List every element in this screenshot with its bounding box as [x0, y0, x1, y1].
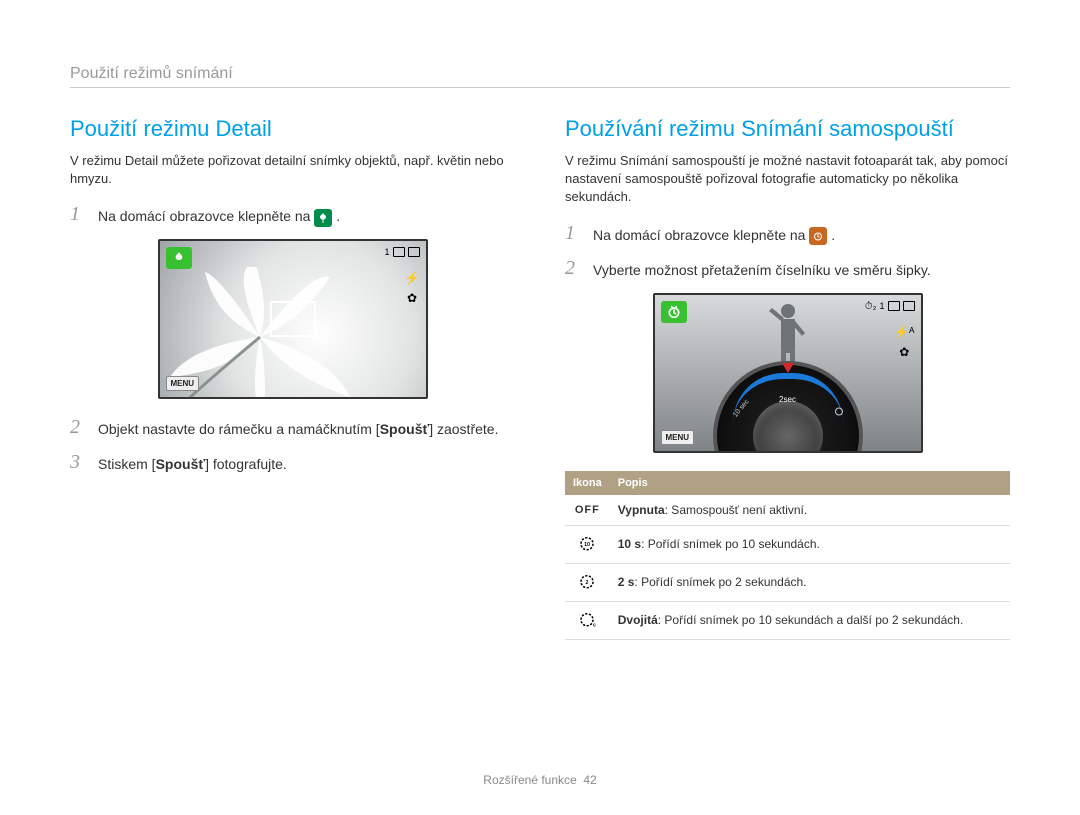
macro-focus-icon: ✿	[407, 291, 417, 305]
step-number: 3	[70, 452, 88, 475]
step-2-right: 2 Vyberte možnost přetažením číselníku v…	[565, 258, 1010, 281]
manual-page: Použití režimů snímání Použití režimu De…	[0, 0, 1080, 670]
camera-screen-macro: 1 ⚡ ✿ MENU	[158, 239, 428, 399]
step-text: Objekt nastavte do rámečku a namáčknutím…	[98, 417, 498, 440]
timer-double-icon: c	[578, 610, 596, 628]
cell-desc: 10 s: Pořídí snímek po 10 sekundách.	[610, 525, 1010, 563]
flash-icon: ⚡	[405, 271, 420, 285]
cell-desc: 2 s: Pořídí snímek po 2 sekundách.	[610, 563, 1010, 601]
flash-auto-icon: ⚡ᴬ	[894, 325, 914, 339]
left-column: Použití režimu Detail V režimu Detail mů…	[70, 116, 515, 640]
timer-dial[interactable]: 2sec 10 sec	[713, 361, 863, 453]
intro-text-right: V režimu Snímání samospouští je možné na…	[565, 152, 1010, 207]
svg-text:c: c	[593, 622, 596, 628]
step-number: 1	[70, 204, 88, 227]
breadcrumb: Použití režimů snímání	[70, 65, 1010, 88]
step-number: 1	[565, 223, 583, 246]
timer-indicator-icon: ⏱₂	[865, 301, 877, 312]
selftimer-mode-icon	[809, 227, 827, 245]
table-row: c Dvojitá: Pořídí snímek po 10 sekundách…	[565, 601, 1010, 639]
dial-selected-label: 2sec	[779, 395, 796, 404]
macro-icon: ✿	[899, 345, 909, 359]
mode-badge-macro	[166, 247, 192, 269]
table-row: OFF Vypnuta: Samospoušť není aktivní.	[565, 495, 1010, 526]
footer-page-number: 42	[583, 773, 596, 787]
battery-icon	[903, 301, 915, 311]
svg-text:10: 10	[584, 542, 590, 548]
footer-section: Rozšířené funkce	[483, 773, 576, 787]
macro-mode-icon	[314, 209, 332, 227]
side-icon-column: ⚡ᴬ ✿	[894, 325, 914, 359]
two-column-layout: Použití režimu Detail V režimu Detail mů…	[70, 116, 1010, 640]
status-bar: 1	[384, 247, 419, 257]
dial-marker	[782, 363, 794, 373]
battery-icon	[408, 247, 420, 257]
th-icon: Ikona	[565, 471, 610, 495]
focus-frame	[270, 301, 316, 337]
figure-selftimer-screen: ⏱₂ 1 ⚡ᴬ ✿ MENU 2sec 1	[565, 293, 1010, 453]
side-icon-column: ⚡ ✿	[405, 271, 420, 305]
step-1-right: 1 Na domácí obrazovce klepněte na .	[565, 223, 1010, 246]
right-column: Používání režimu Snímání samospouští V r…	[565, 116, 1010, 640]
page-footer: Rozšířené funkce 42	[483, 773, 596, 787]
section-title-selftimer: Používání režimu Snímání samospouští	[565, 116, 1010, 142]
step-text: Na domácí obrazovce klepněte na .	[98, 204, 340, 227]
cell-desc: Dvojitá: Pořídí snímek po 10 sekundách a…	[610, 601, 1010, 639]
table-row: 2 2 s: Pořídí snímek po 2 sekundách.	[565, 563, 1010, 601]
timer-10s-icon: 10	[578, 534, 596, 552]
figure-macro-screen: 1 ⚡ ✿ MENU	[70, 239, 515, 399]
cell-icon-off: OFF	[565, 495, 610, 526]
th-desc: Popis	[610, 471, 1010, 495]
cell-icon-2s: 2	[565, 563, 610, 601]
cell-desc: Vypnuta: Samospoušť není aktivní.	[610, 495, 1010, 526]
intro-text-left: V režimu Detail můžete pořizovat detailn…	[70, 152, 515, 188]
step-3-left: 3 Stiskem [Spoušť] fotografujte.	[70, 452, 515, 475]
cell-icon-10s: 10	[565, 525, 610, 563]
mode-badge-selftimer	[661, 301, 687, 323]
menu-button[interactable]: MENU	[166, 376, 200, 391]
memory-icon	[393, 247, 405, 257]
memory-icon	[888, 301, 900, 311]
step-text: Na domácí obrazovce klepněte na .	[593, 223, 835, 246]
status-bar: ⏱₂ 1	[865, 301, 915, 312]
menu-button[interactable]: MENU	[661, 430, 695, 445]
step-text: Stiskem [Spoušť] fotografujte.	[98, 452, 287, 475]
step-2-left: 2 Objekt nastavte do rámečku a namáčknut…	[70, 417, 515, 440]
step-1-left: 1 Na domácí obrazovce klepněte na .	[70, 204, 515, 227]
cell-icon-double: c	[565, 601, 610, 639]
camera-screen-selftimer: ⏱₂ 1 ⚡ᴬ ✿ MENU 2sec 1	[653, 293, 923, 453]
svg-text:2: 2	[586, 580, 589, 586]
shot-count: 1	[384, 247, 389, 257]
timer-2s-icon: 2	[578, 572, 596, 590]
section-title-detail: Použití režimu Detail	[70, 116, 515, 142]
step-text: Vyberte možnost přetažením číselníku ve …	[593, 258, 931, 281]
shot-count: 1	[879, 301, 884, 311]
step-number: 2	[70, 417, 88, 440]
step-number: 2	[565, 258, 583, 281]
table-row: 10 10 s: Pořídí snímek po 10 sekundách.	[565, 525, 1010, 563]
dial-option-double-icon	[833, 405, 845, 419]
options-table: Ikona Popis OFF Vypnuta: Samospoušť není…	[565, 471, 1010, 640]
